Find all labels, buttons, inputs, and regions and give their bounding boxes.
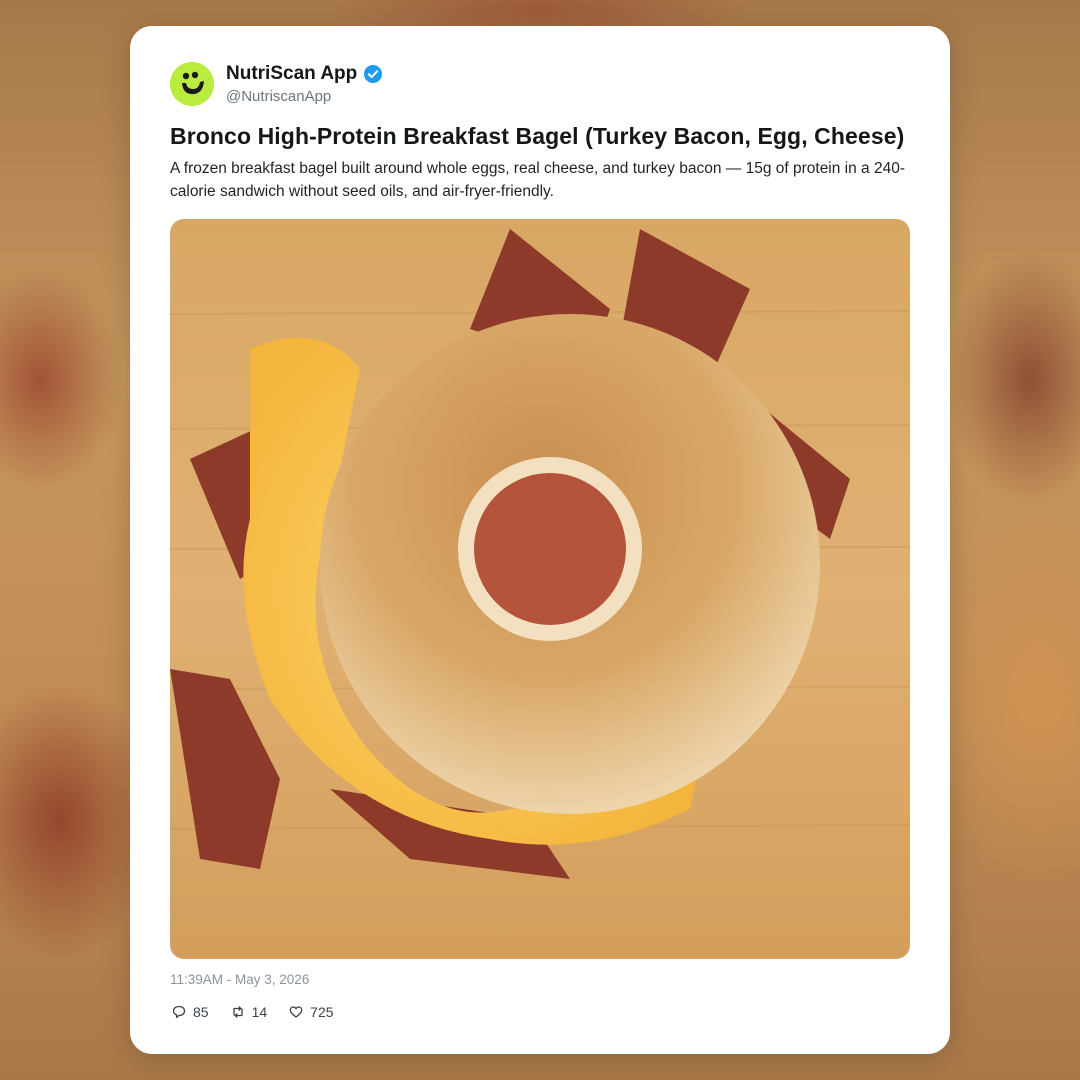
verified-badge-icon	[364, 65, 383, 83]
post-title: Bronco High-Protein Breakfast Bagel (Tur…	[170, 123, 905, 149]
like-button[interactable]: 725	[289, 1004, 334, 1020]
repost-button[interactable]: 14	[231, 1004, 268, 1020]
reply-button[interactable]: 85	[172, 1004, 209, 1020]
action-bar: 85 14 725	[172, 1004, 334, 1020]
reply-count: 85	[193, 1004, 209, 1020]
smiley-face-icon	[170, 62, 214, 106]
post-card: NutriScan App @NutriscanApp Bronco High-…	[130, 26, 950, 1054]
repost-icon	[232, 1006, 243, 1018]
post-description: A frozen breakfast bagel built around wh…	[170, 160, 906, 200]
post-timestamp[interactable]: 11:39AM - May 3, 2026	[170, 972, 309, 987]
comment-icon	[172, 1005, 186, 1019]
account-name[interactable]: NutriScan App	[226, 63, 357, 85]
heart-icon	[289, 1006, 303, 1018]
breakfast-bagel-photo[interactable]	[170, 219, 910, 959]
account-name-row: NutriScan App	[226, 63, 383, 85]
like-count: 725	[310, 1004, 334, 1020]
avatar[interactable]	[170, 62, 214, 106]
account-handle[interactable]: @NutriscanApp	[226, 88, 331, 105]
repost-count: 14	[251, 1004, 268, 1020]
